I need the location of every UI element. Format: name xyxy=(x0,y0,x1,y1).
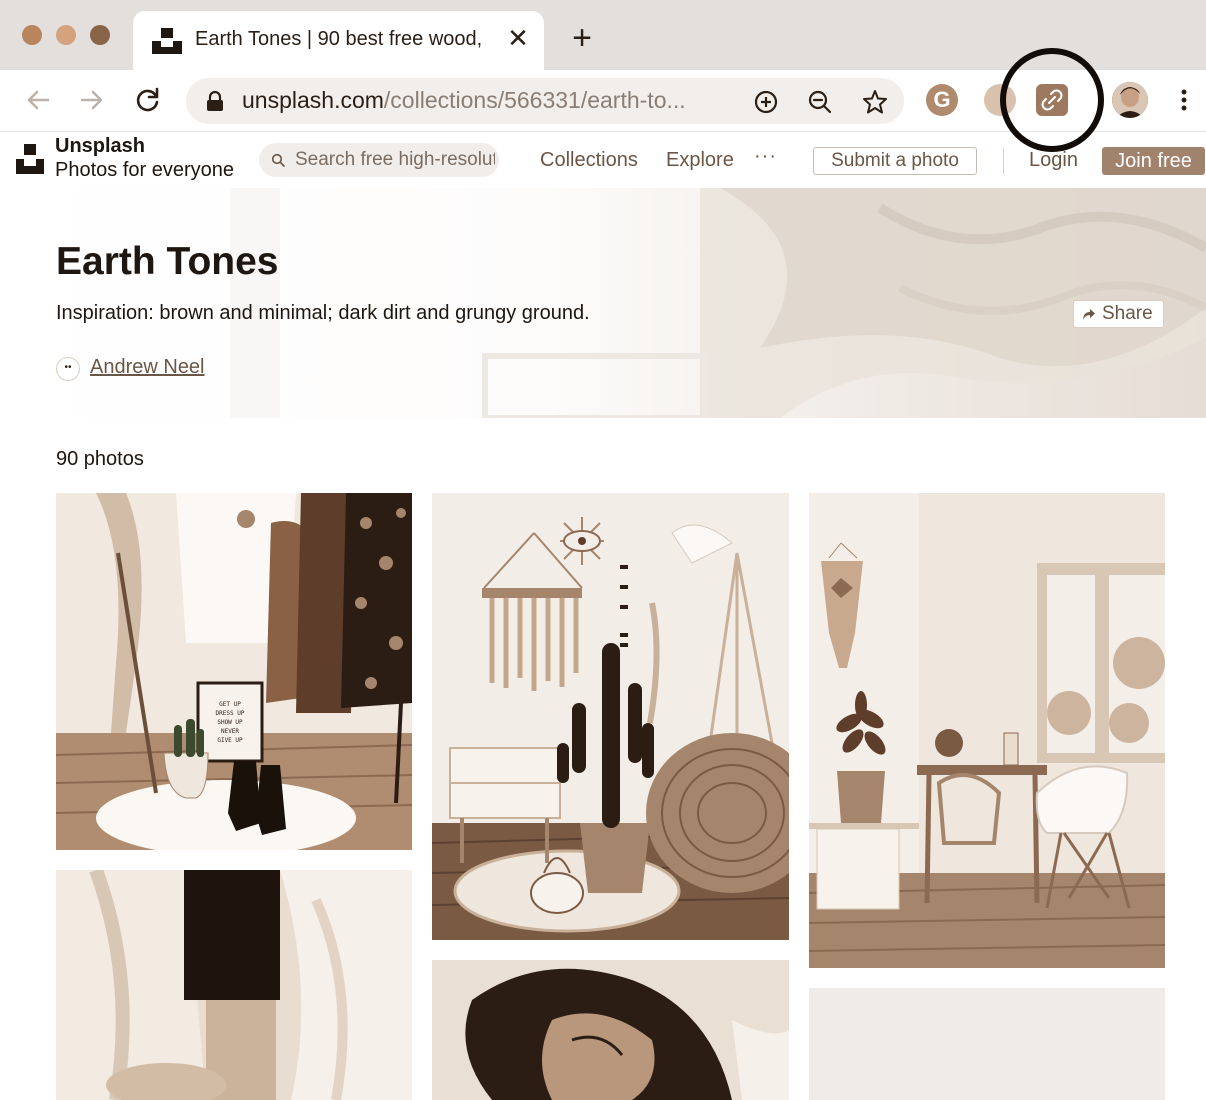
submit-photo-button[interactable]: Submit a photo xyxy=(813,147,977,175)
nav-more-button[interactable]: ··· xyxy=(754,145,777,168)
unsplash-favicon-icon xyxy=(152,28,182,54)
search-input[interactable] xyxy=(295,146,495,174)
beige-blazer-image xyxy=(56,870,412,1100)
grammarly-icon[interactable]: G xyxy=(926,84,958,116)
new-tab-plus-icon[interactable]: + xyxy=(566,21,598,55)
poster-line-5: GIVE UP xyxy=(217,737,243,744)
url-host: unsplash.com xyxy=(242,87,384,113)
poster-line-2: DRESS UP xyxy=(216,710,245,717)
poster-line-4: NEVER xyxy=(221,728,239,735)
header-divider xyxy=(1003,148,1004,174)
poster-text: GET UP DRESS UP SHOW UP NEVER GIVE UP xyxy=(216,701,245,744)
curator-avatar[interactable]: •• xyxy=(56,357,80,381)
poster-line-1: GET UP xyxy=(219,701,241,708)
photo-count: 90 photos xyxy=(56,448,144,470)
share-label: Share xyxy=(1102,303,1153,324)
add-icon[interactable] xyxy=(752,88,780,116)
login-link[interactable]: Login xyxy=(1029,149,1078,172)
forward-icon[interactable] xyxy=(76,84,108,116)
beige-blazer-photo[interactable] xyxy=(56,870,412,1100)
clothing-rack-photo[interactable]: GET UP DRESS UP SHOW UP NEVER GIVE UP xyxy=(56,493,412,850)
share-button[interactable]: Share xyxy=(1073,300,1164,328)
zoom-out-icon[interactable] xyxy=(806,88,834,116)
join-free-button[interactable]: Join free xyxy=(1102,147,1205,175)
profile-avatar[interactable] xyxy=(1112,82,1148,118)
collection-hero: Earth Tones Inspiration: brown and minim… xyxy=(0,188,1206,418)
window-minimize-button[interactable] xyxy=(56,25,76,45)
browser-tab[interactable]: Earth Tones | 90 best free wood, ✕ xyxy=(133,11,544,70)
back-icon[interactable] xyxy=(22,84,54,116)
curator-name-link[interactable]: Andrew Neel xyxy=(90,356,205,379)
collection-description: Inspiration: brown and minimal; dark dir… xyxy=(56,302,590,324)
reload-icon[interactable] xyxy=(132,84,164,116)
cactus-room-image xyxy=(432,493,789,940)
sleeping-person-image xyxy=(432,960,789,1100)
clothing-rack-image: GET UP DRESS UP SHOW UP NEVER GIVE UP xyxy=(56,493,412,850)
collection-title: Earth Tones xyxy=(56,240,279,283)
annotation-circle xyxy=(1000,48,1104,152)
nav-explore-link[interactable]: Explore xyxy=(666,149,734,172)
brand-tagline: Photos for everyone xyxy=(55,159,234,181)
bookmark-star-icon[interactable] xyxy=(861,88,889,116)
poster-line-3: SHOW UP xyxy=(217,719,243,726)
placeholder-photo[interactable] xyxy=(809,988,1165,1100)
grammarly-letter: G xyxy=(933,87,951,112)
dining-room-image xyxy=(809,493,1165,968)
search-box[interactable] xyxy=(259,143,499,177)
nav-collections-link[interactable]: Collections xyxy=(540,149,638,172)
url-text: unsplash.com/collections/566331/earth-to… xyxy=(242,87,686,114)
avatar-face-icon xyxy=(1112,82,1148,118)
share-arrow-icon xyxy=(1083,309,1095,320)
search-icon xyxy=(271,153,285,167)
lock-icon xyxy=(207,91,223,111)
unsplash-logo-icon[interactable] xyxy=(16,144,44,174)
address-bar[interactable]: unsplash.com/collections/566331/earth-to… xyxy=(186,78,904,124)
dining-room-photo[interactable] xyxy=(809,493,1165,968)
url-path: /collections/566331/earth-to... xyxy=(383,87,686,113)
window-maximize-button[interactable] xyxy=(90,25,110,45)
cactus-room-photo[interactable] xyxy=(432,493,789,940)
tab-close-icon[interactable]: ✕ xyxy=(505,23,531,53)
brand-name[interactable]: Unsplash xyxy=(55,135,145,158)
tab-title: Earth Tones | 90 best free wood, xyxy=(195,28,483,50)
window-close-button[interactable] xyxy=(22,25,42,45)
menu-icon[interactable] xyxy=(1172,84,1196,116)
sleeping-person-photo[interactable] xyxy=(432,960,789,1100)
